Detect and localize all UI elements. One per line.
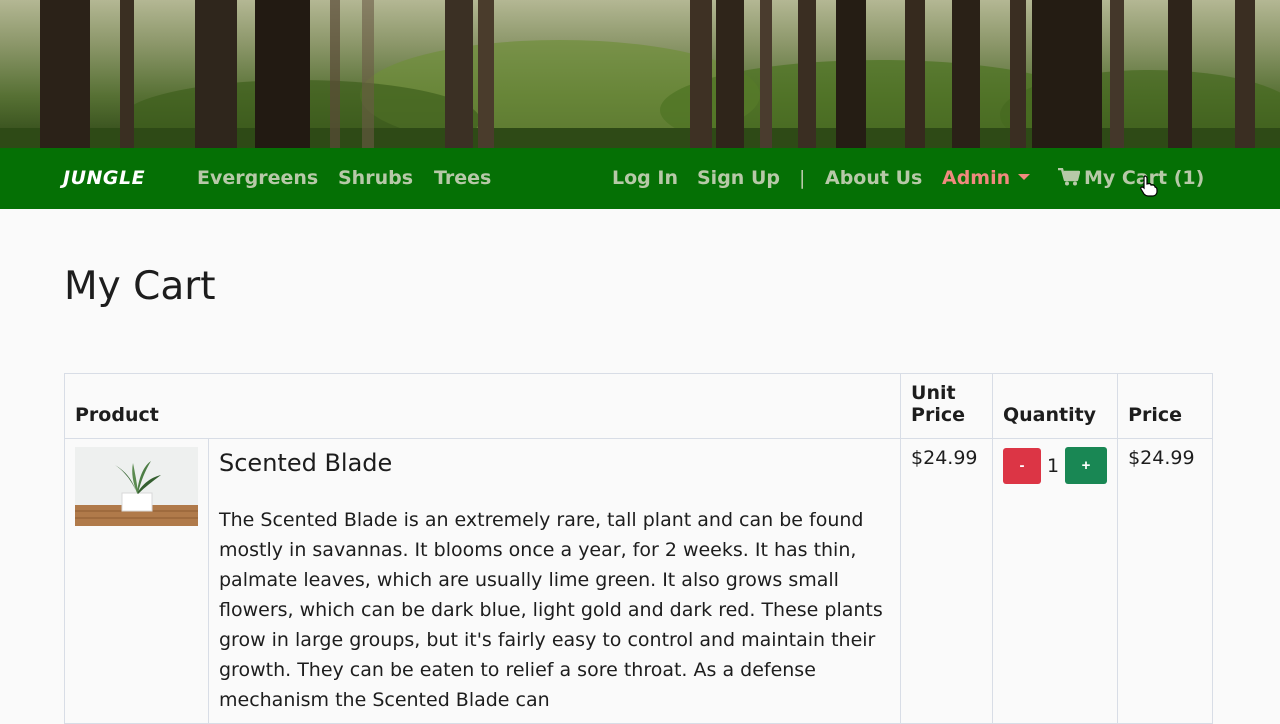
- header-price: Price: [1117, 373, 1213, 439]
- product-name: Scented Blade: [219, 449, 393, 477]
- quantity-value: 1: [1046, 454, 1060, 477]
- table-header-row: Product Unit Price Quantity Price: [63, 373, 1213, 439]
- product-image-cell: [64, 438, 209, 724]
- hero-banner: [0, 0, 1280, 148]
- page-title: My Cart: [64, 264, 216, 309]
- increase-quantity-button[interactable]: +: [1065, 447, 1108, 484]
- navbar: JUNGLE Evergreens Shrubs Trees Log In Si…: [0, 148, 1280, 209]
- nav-separator: |: [799, 167, 806, 189]
- pointer-cursor-icon: [1140, 175, 1158, 197]
- decrease-quantity-button[interactable]: -: [1002, 447, 1041, 484]
- cart-table: Product Unit Price Quantity Price Scente…: [63, 373, 1213, 724]
- brand-logo[interactable]: JUNGLE: [63, 148, 145, 209]
- nav-link-evergreens[interactable]: Evergreens: [197, 148, 318, 209]
- signup-link[interactable]: Sign Up: [697, 148, 780, 209]
- nav-link-shrubs[interactable]: Shrubs: [338, 148, 413, 209]
- unit-price-cell: $24.99: [900, 438, 993, 724]
- header-product: Product: [63, 373, 902, 439]
- product-info-cell: Scented Blade The Scented Blade is an ex…: [207, 438, 902, 724]
- quantity-stepper: - 1 +: [1002, 447, 1108, 484]
- product-image[interactable]: [75, 447, 198, 526]
- header-quantity: Quantity: [991, 373, 1119, 439]
- table-row: Scented Blade The Scented Blade is an ex…: [64, 438, 1213, 724]
- cart-icon: [1058, 167, 1080, 185]
- chevron-down-icon: [1018, 174, 1031, 180]
- quantity-cell: - 1 +: [991, 438, 1119, 724]
- admin-label: Admin: [942, 167, 1011, 189]
- forest-image: [0, 0, 1280, 148]
- cart-link[interactable]: My Cart (1): [1058, 148, 1204, 209]
- admin-dropdown[interactable]: Admin: [942, 148, 1031, 209]
- price-cell: $24.99: [1117, 438, 1213, 724]
- nav-link-trees[interactable]: Trees: [434, 148, 491, 209]
- login-link[interactable]: Log In: [612, 148, 678, 209]
- product-description: The Scented Blade is an extremely rare, …: [219, 509, 883, 711]
- header-unit-price: Unit Price: [900, 373, 993, 439]
- about-link[interactable]: About Us: [825, 148, 922, 209]
